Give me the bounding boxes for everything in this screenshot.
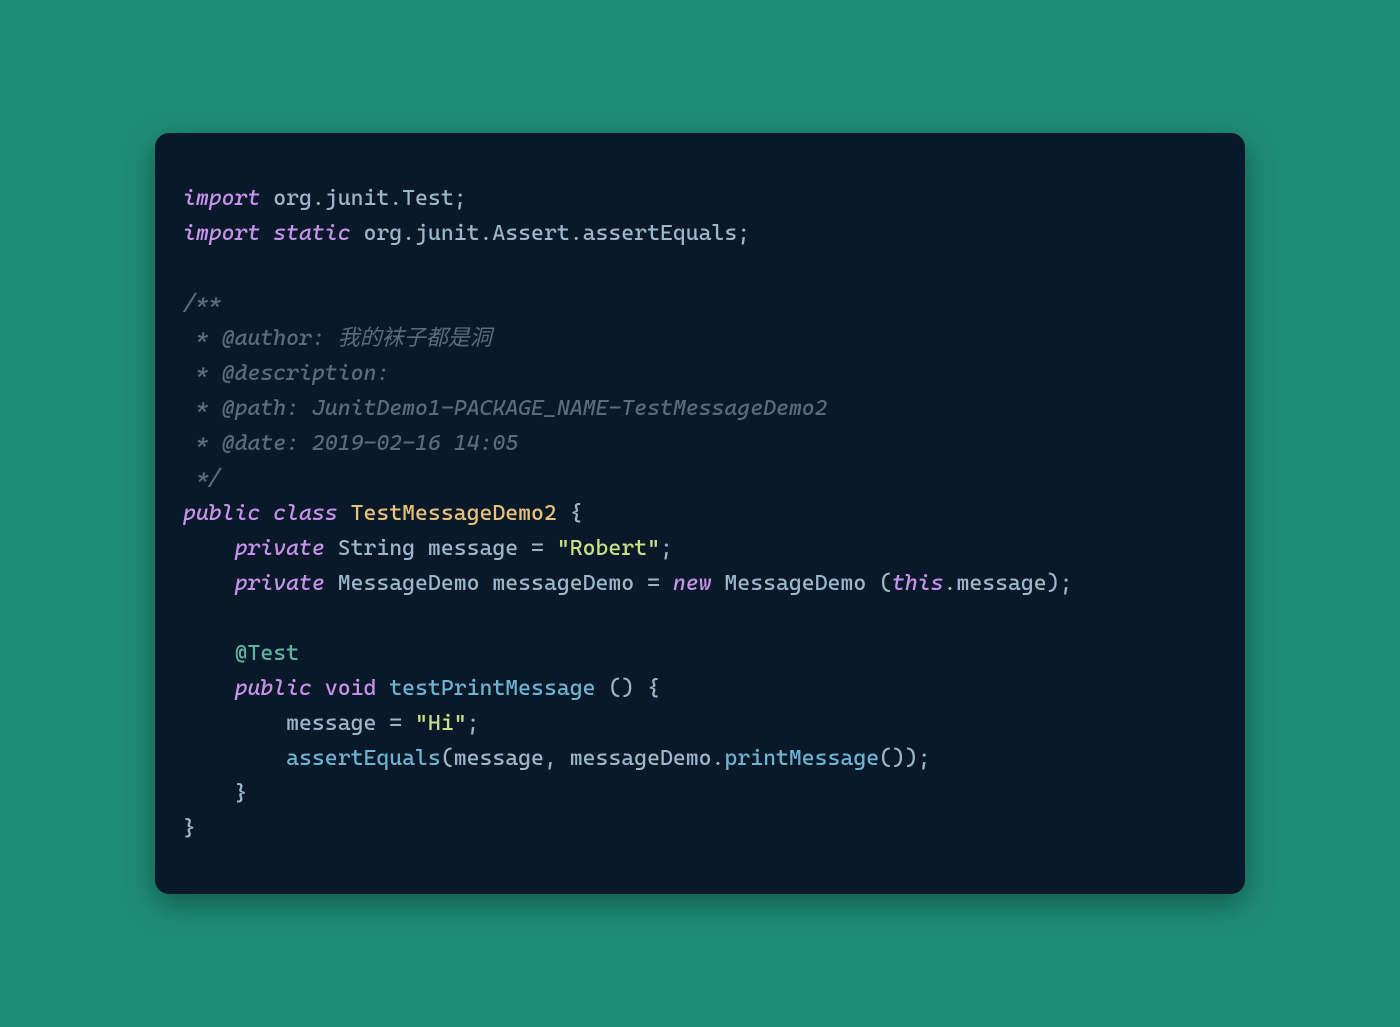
field-name: message (428, 536, 518, 561)
var-name: message (286, 711, 376, 736)
paren-open: ( (866, 571, 892, 596)
dot: . (712, 746, 725, 771)
keyword-public: public (235, 676, 312, 701)
keyword-private: private (235, 536, 325, 561)
keyword-public: public (183, 501, 260, 526)
comment-open: /** (183, 291, 222, 316)
constructor: MessageDemo (724, 571, 866, 596)
equals: = (518, 536, 557, 561)
keyword-import: import (183, 186, 260, 211)
keyword-class: class (273, 501, 337, 526)
indent (183, 571, 235, 596)
method-sig: () { (596, 676, 660, 701)
type: MessageDemo (338, 571, 480, 596)
call-close: ()); (879, 746, 931, 771)
string-literal: "Hi" (415, 711, 467, 736)
indent (183, 676, 235, 701)
semicolon: ; (660, 536, 673, 561)
keyword-static: static (273, 221, 350, 246)
string-literal: "Robert" (557, 536, 660, 561)
package-path: org.junit.Assert.assertEquals (363, 221, 737, 246)
method-name: testPrintMessage (389, 676, 595, 701)
comment-line: * @author: 我的袜子都是洞 (183, 326, 492, 351)
brace-close: } (183, 781, 247, 806)
indent (183, 746, 286, 771)
indent (183, 711, 286, 736)
code-card: import org.junit.Test; import static org… (155, 133, 1245, 894)
brace-close: } (183, 816, 196, 841)
field-ref: message (956, 571, 1046, 596)
field-name: messageDemo (492, 571, 634, 596)
method-call: assertEquals (286, 746, 441, 771)
comment-line: * @description: (183, 361, 389, 386)
equals: = (634, 571, 673, 596)
keyword-new: new (673, 571, 712, 596)
package-path: org.junit.Test (273, 186, 453, 211)
annotation: @Test (235, 641, 299, 666)
dot: . (944, 571, 957, 596)
code-block: import org.junit.Test; import static org… (183, 181, 1217, 846)
keyword-import: import (183, 221, 260, 246)
type: String (338, 536, 415, 561)
paren-close: ); (1047, 571, 1073, 596)
keyword-private: private (235, 571, 325, 596)
semicolon: ; (454, 186, 467, 211)
semicolon: ; (737, 221, 750, 246)
method-call: printMessage (724, 746, 879, 771)
comma: , (544, 746, 570, 771)
comment-line: * @date: 2019-02-16 14:05 (183, 431, 518, 456)
equals: = (376, 711, 415, 736)
keyword-void: void (325, 676, 377, 701)
comment-line: * @path: JunitDemo1-PACKAGE_NAME-TestMes… (183, 396, 828, 421)
arg: messageDemo (570, 746, 712, 771)
semicolon: ; (467, 711, 480, 736)
brace-open: { (557, 501, 583, 526)
indent (183, 641, 235, 666)
arg: message (454, 746, 544, 771)
comment-close: */ (183, 466, 222, 491)
indent (183, 536, 235, 561)
class-name: TestMessageDemo2 (351, 501, 557, 526)
paren-open: ( (441, 746, 454, 771)
keyword-this: this (892, 571, 944, 596)
